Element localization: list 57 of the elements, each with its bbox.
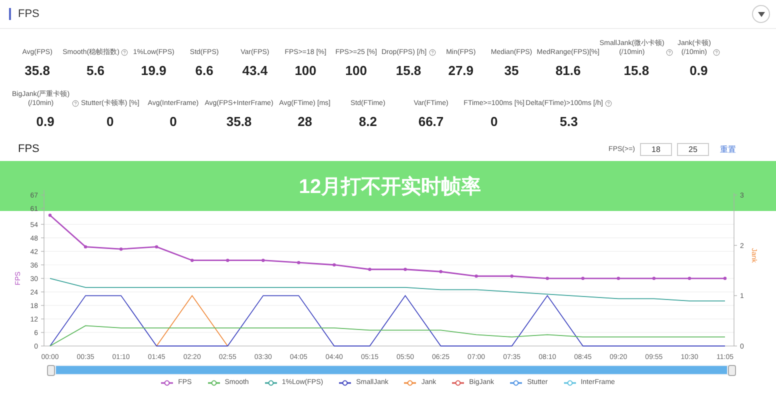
stat-value: 100 <box>294 63 316 78</box>
point <box>474 274 478 278</box>
slider-handle[interactable] <box>728 364 736 376</box>
stat-value: 5.6 <box>86 63 105 78</box>
point <box>546 276 549 280</box>
point <box>439 270 442 274</box>
stat-value: 43.4 <box>242 63 268 78</box>
stat-value: 15.8 <box>624 63 650 78</box>
point <box>297 261 300 264</box>
stat-value: 35 <box>504 63 519 78</box>
stat-value: 19.9 <box>141 63 166 78</box>
reset-link[interactable]: 重置 <box>720 144 736 154</box>
point <box>723 276 727 280</box>
collapse-button[interactable] <box>752 5 770 23</box>
stat-value: 0 <box>490 114 498 129</box>
help-icon[interactable] <box>121 49 128 56</box>
point <box>84 245 88 248</box>
point <box>688 276 692 280</box>
point <box>48 214 52 217</box>
threshold-input[interactable]: 18 <box>640 142 672 156</box>
stat-value: 35.8 <box>226 114 252 129</box>
help-icon[interactable] <box>72 100 79 107</box>
point <box>510 274 514 278</box>
stat-value: 15.8 <box>396 63 422 78</box>
stat-value: 0.9 <box>690 63 708 78</box>
stat-value: 100 <box>345 63 367 78</box>
panel-title: FPS <box>9 8 40 20</box>
point <box>190 258 194 262</box>
stat-value: 81.6 <box>555 63 581 78</box>
point <box>581 276 584 280</box>
stat-value: 6.6 <box>195 63 214 78</box>
help-icon[interactable] <box>428 49 436 56</box>
caret-icon <box>758 12 764 16</box>
point <box>616 276 620 280</box>
stat-value: 8.2 <box>358 114 377 129</box>
help-icon[interactable] <box>605 100 612 107</box>
point <box>119 247 123 251</box>
stat-value: 5.3 <box>560 114 578 129</box>
point <box>332 263 336 266</box>
point <box>652 276 656 280</box>
threshold-input[interactable]: 25 <box>677 142 709 156</box>
slider-handle[interactable] <box>47 364 55 376</box>
point <box>226 258 230 262</box>
stat-value: 66.7 <box>418 114 444 129</box>
help-icon[interactable] <box>712 49 720 56</box>
help-icon[interactable] <box>666 49 674 56</box>
stat-value: 27.9 <box>448 63 474 78</box>
stat-value: 35.8 <box>24 63 50 78</box>
stat-value: 0 <box>106 114 114 129</box>
section-title: FPS <box>18 143 40 155</box>
point <box>404 268 407 271</box>
stat-value: 0.9 <box>36 114 54 129</box>
point <box>262 258 265 262</box>
point <box>368 268 372 271</box>
stat-value: 28 <box>298 114 312 129</box>
stat-value: 0 <box>170 114 177 129</box>
point <box>154 245 158 248</box>
